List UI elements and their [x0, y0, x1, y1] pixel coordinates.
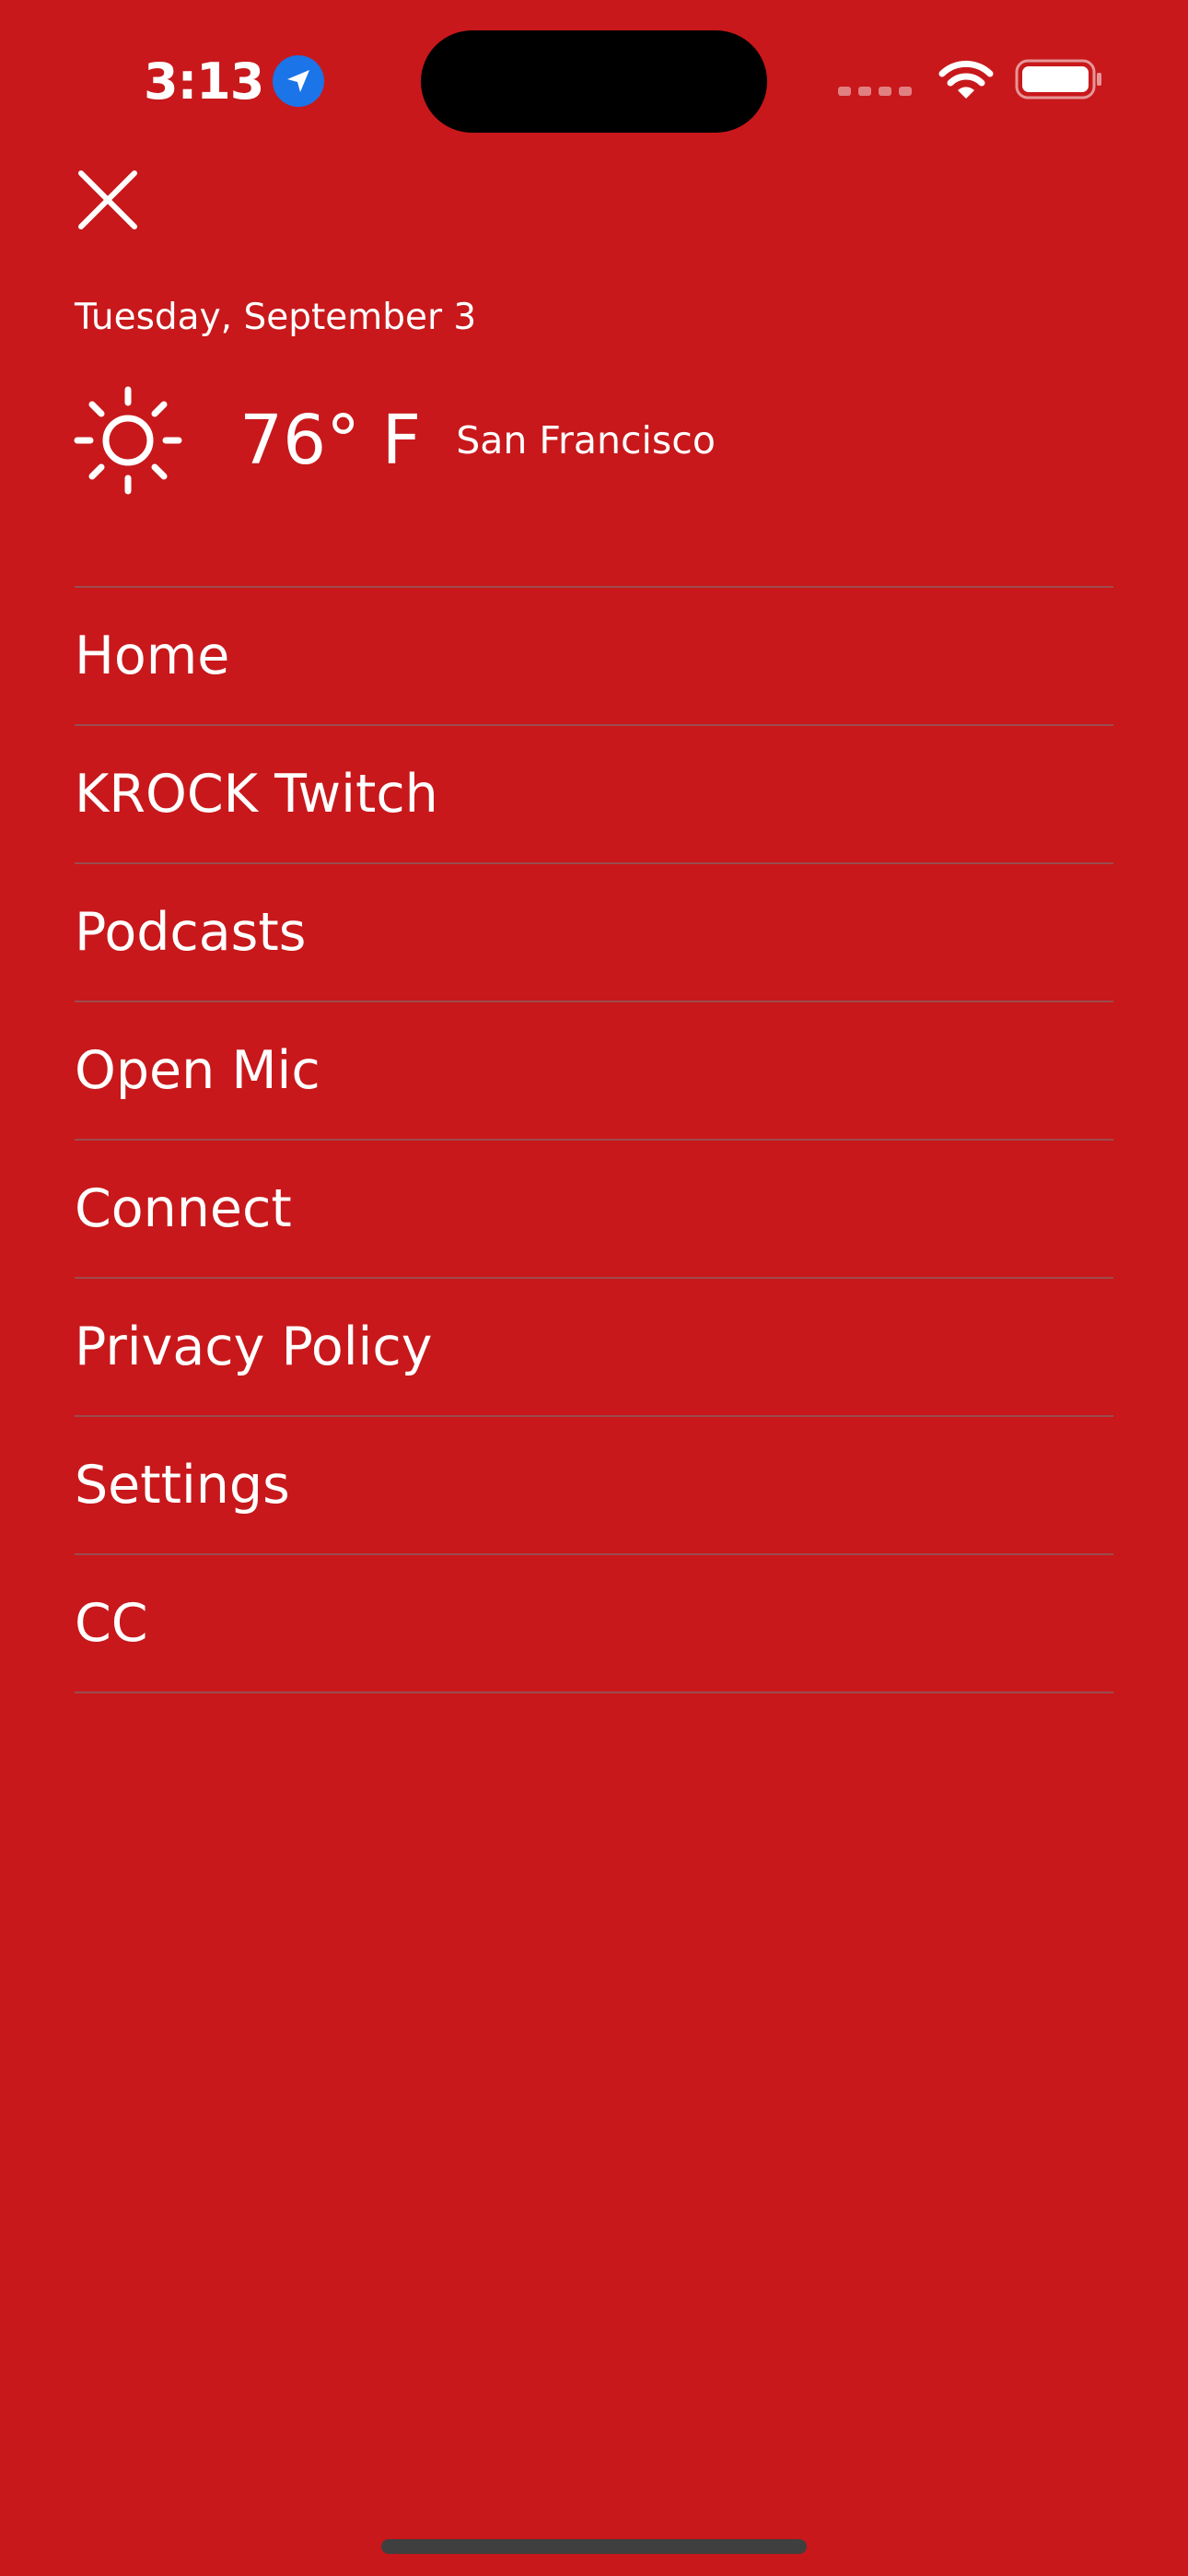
menu-item-home[interactable]: Home: [75, 588, 1113, 726]
status-indicators: [838, 53, 1103, 109]
city-name: San Francisco: [456, 418, 716, 463]
current-date: Tuesday, September 3: [75, 297, 477, 338]
navigation-menu: Home KROCK Twitch Podcasts Open Mic Conn…: [75, 586, 1113, 1693]
menu-item-connect[interactable]: Connect: [75, 1141, 1113, 1279]
temperature: 76° F: [239, 401, 422, 480]
menu-item-privacy-policy[interactable]: Privacy Policy: [75, 1279, 1113, 1417]
location-arrow-icon: [273, 55, 325, 107]
battery-icon: [1015, 58, 1103, 104]
cellular-signal-icon: [838, 87, 912, 96]
menu-item-krock-twitch[interactable]: KROCK Twitch: [75, 726, 1113, 864]
menu-item-settings[interactable]: Settings: [75, 1417, 1113, 1555]
weather-widget: 76° F San Francisco: [74, 385, 716, 496]
close-button[interactable]: [74, 166, 142, 234]
status-time: 3:13: [144, 52, 264, 111]
menu-item-podcasts[interactable]: Podcasts: [75, 864, 1113, 1002]
sun-icon: [74, 386, 182, 495]
wifi-icon: [938, 58, 995, 104]
home-indicator[interactable]: [381, 2539, 807, 2554]
close-icon: [78, 170, 137, 229]
menu-item-cc[interactable]: CC: [75, 1555, 1113, 1693]
status-bar: 3:13: [0, 0, 1188, 157]
dynamic-island: [421, 30, 767, 133]
menu-item-open-mic[interactable]: Open Mic: [75, 1002, 1113, 1141]
status-time-group: 3:13: [144, 48, 325, 114]
